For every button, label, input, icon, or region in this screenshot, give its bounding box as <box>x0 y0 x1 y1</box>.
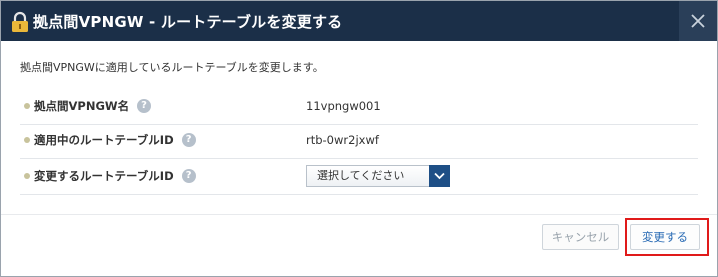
current-route-table-label-text: 適用中のルートテーブルID <box>34 133 174 147</box>
bullet-icon <box>24 137 30 143</box>
help-icon[interactable]: ? <box>181 133 196 147</box>
gateway-name-label: 拠点間VPNGW名 ? <box>34 88 152 124</box>
route-table-select-value[interactable]: 選択してください <box>306 165 429 187</box>
footer-divider <box>1 214 717 215</box>
new-route-table-label: 変更するルートテーブルID ? <box>34 158 196 194</box>
route-table-select[interactable]: 選択してください <box>306 165 450 187</box>
new-route-table-label-text: 変更するルートテーブルID <box>34 169 174 183</box>
lock-icon <box>10 11 30 33</box>
current-route-table-row: 適用中のルートテーブルID ? rtb-0wr2jxwf <box>20 122 698 159</box>
help-icon[interactable]: ? <box>137 99 152 113</box>
current-route-table-label: 適用中のルートテーブルID ? <box>34 122 196 158</box>
close-icon[interactable] <box>691 14 705 28</box>
change-route-table-dialog: 拠点間VPNGW - ルートテーブルを変更する 拠点間VPNGWに適用しているル… <box>0 0 718 277</box>
gateway-name-row: 拠点間VPNGW名 ? 11vpngw001 <box>20 88 698 125</box>
help-icon[interactable]: ? <box>181 169 196 183</box>
dialog-description: 拠点間VPNGWに適用しているルートテーブルを変更します。 <box>20 61 324 74</box>
close-button[interactable] <box>679 1 717 41</box>
bullet-icon <box>24 103 30 109</box>
current-route-table-value: rtb-0wr2jxwf <box>306 133 379 147</box>
new-route-table-row: 変更するルートテーブルID ? 選択してください <box>20 158 698 195</box>
bullet-icon <box>24 173 30 179</box>
change-button[interactable]: 変更する <box>630 224 700 250</box>
chevron-down-icon[interactable] <box>429 165 450 187</box>
dialog-title: 拠点間VPNGW - ルートテーブルを変更する <box>33 13 343 31</box>
cancel-button[interactable]: キャンセル <box>542 224 619 250</box>
dialog-titlebar: 拠点間VPNGW - ルートテーブルを変更する <box>1 1 717 41</box>
gateway-name-value: 11vpngw001 <box>306 99 381 113</box>
gateway-name-label-text: 拠点間VPNGW名 <box>34 99 130 113</box>
